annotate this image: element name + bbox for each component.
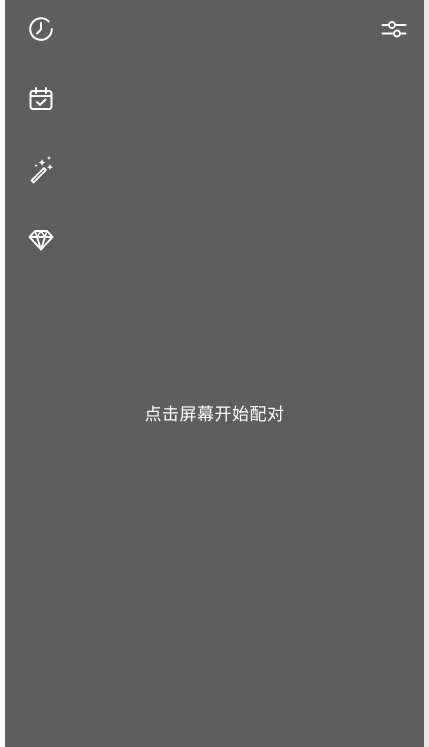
history-button[interactable] — [23, 11, 59, 47]
calendar-check-icon — [29, 87, 53, 110]
match-screen[interactable] — [5, 0, 424, 747]
history-icon — [29, 17, 53, 41]
filter-sliders-icon — [381, 21, 407, 38]
magic-wand-icon — [30, 156, 54, 184]
screen-edge — [424, 0, 429, 747]
premium-button[interactable] — [23, 221, 59, 257]
magic-wand-button[interactable] — [23, 151, 59, 187]
filter-button[interactable] — [376, 11, 412, 47]
tap-to-match-prompt[interactable]: 点击屏幕开始配对 — [5, 400, 424, 425]
calendar-button[interactable] — [23, 81, 59, 117]
diamond-icon — [28, 230, 54, 251]
